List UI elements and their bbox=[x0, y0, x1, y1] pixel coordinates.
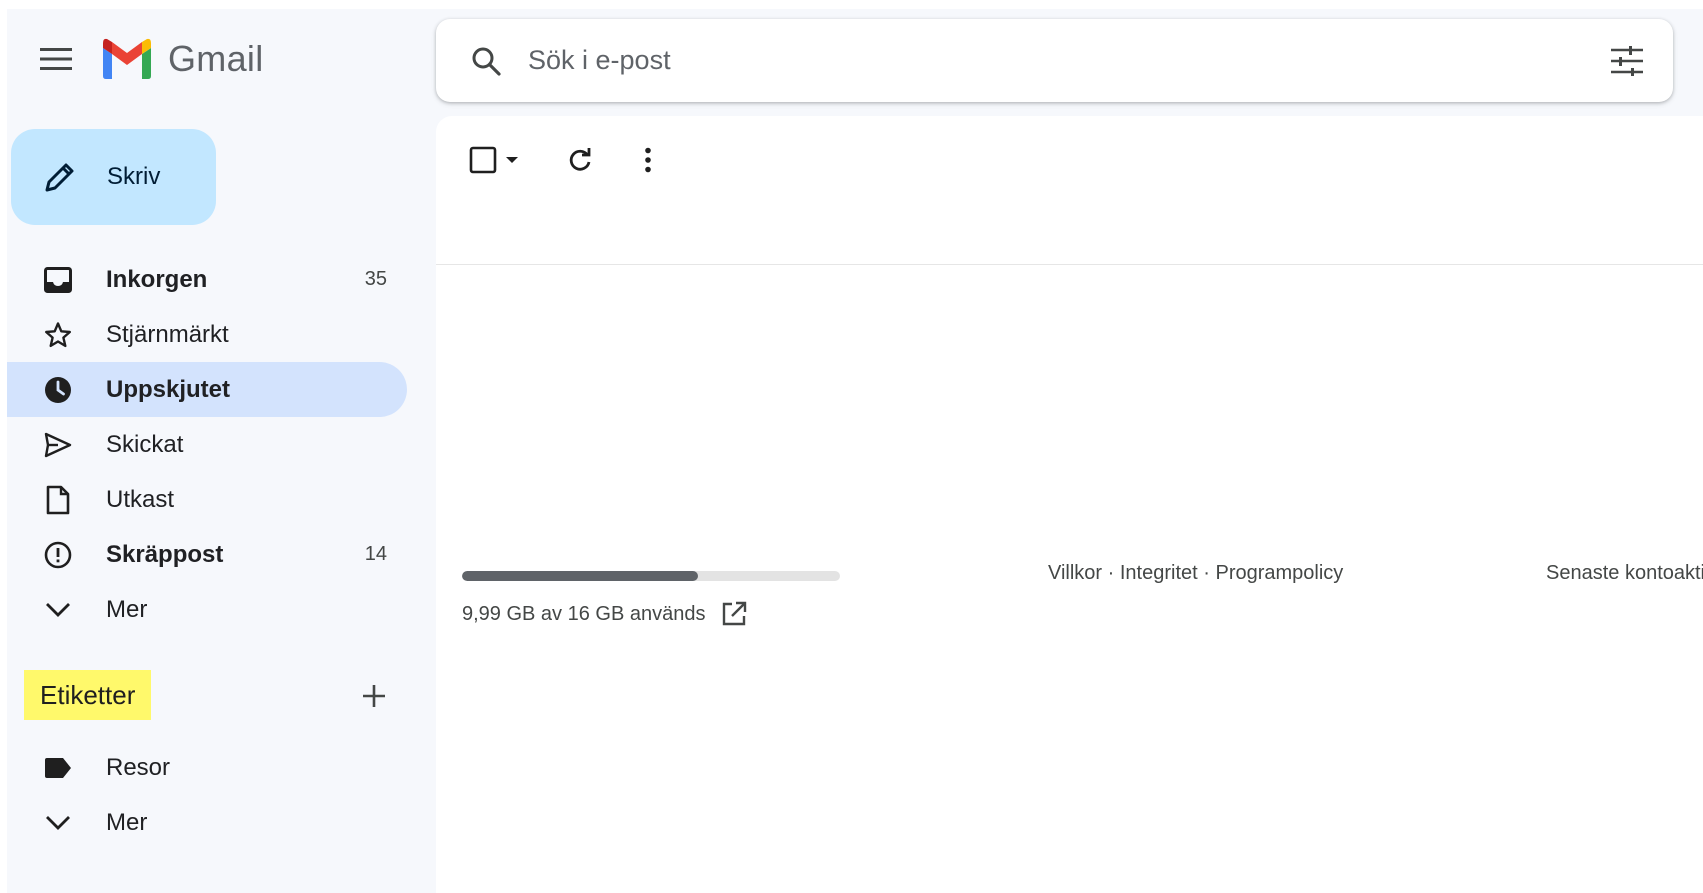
more-actions-button[interactable] bbox=[626, 138, 670, 182]
label-icon bbox=[41, 751, 75, 785]
last-account-activity: Senaste kontoaktivitet bbox=[1546, 562, 1703, 584]
clock-icon bbox=[41, 373, 75, 407]
labels-list: Resor Mer bbox=[7, 740, 407, 850]
labels-title: Etiketter bbox=[24, 670, 152, 720]
sidebar-item-starred[interactable]: Stjärnmärkt bbox=[7, 307, 407, 362]
gmail-m-icon bbox=[103, 38, 151, 79]
sidebar-item-snoozed[interactable]: Uppskjutet bbox=[7, 362, 407, 417]
hamburger-icon bbox=[40, 48, 72, 70]
search-options-button[interactable] bbox=[1607, 41, 1647, 81]
sidebar-item-label: Stjärnmärkt bbox=[106, 320, 229, 348]
refresh-button[interactable] bbox=[558, 138, 602, 182]
inbox-icon bbox=[41, 263, 75, 297]
search-bar[interactable] bbox=[436, 19, 1673, 102]
sidebar-item-label: Utkast bbox=[106, 485, 175, 513]
storage-text: 9,99 GB av 16 GB används bbox=[462, 602, 706, 625]
sidebar-item-label: Skickat bbox=[106, 430, 184, 458]
storage-bar-fill bbox=[462, 571, 698, 581]
label-name: Resor bbox=[106, 753, 171, 781]
separator: · bbox=[1102, 562, 1120, 584]
sidebar-item-label: Skräppost bbox=[106, 540, 224, 568]
sidebar-item-spam[interactable]: Skräppost 14 bbox=[7, 527, 407, 582]
label-item-resor[interactable]: Resor bbox=[7, 740, 407, 795]
send-icon bbox=[41, 428, 75, 462]
sidebar-item-more[interactable]: Mer bbox=[7, 582, 407, 637]
labels-section-header: Etiketter bbox=[24, 670, 414, 720]
chevron-down-icon bbox=[41, 593, 75, 627]
spam-icon bbox=[41, 538, 75, 572]
search-icon bbox=[472, 47, 501, 76]
tune-icon bbox=[1611, 46, 1643, 76]
mail-list-panel: 9,99 GB av 16 GB används Villkor · Integ… bbox=[436, 116, 1703, 893]
refresh-icon bbox=[569, 148, 591, 171]
mail-toolbar bbox=[436, 116, 1703, 265]
sidebar-item-label: Mer bbox=[106, 595, 148, 623]
manage-storage-link[interactable] bbox=[720, 600, 748, 628]
sidebar-nav: Inkorgen 35 Stjärnmärkt Uppskjutet Skick… bbox=[7, 252, 407, 637]
spam-count: 14 bbox=[364, 543, 387, 565]
search-input[interactable] bbox=[528, 45, 1528, 76]
sidebar-item-label: Uppskjutet bbox=[106, 375, 231, 403]
add-label-button[interactable] bbox=[354, 676, 394, 716]
checkbox-icon bbox=[469, 146, 497, 174]
labels-more[interactable]: Mer bbox=[7, 795, 407, 850]
storage-bar bbox=[462, 571, 840, 581]
pencil-icon bbox=[41, 158, 79, 196]
compose-button[interactable]: Skriv bbox=[11, 129, 216, 225]
storage-text-row: 9,99 GB av 16 GB används bbox=[462, 600, 748, 628]
star-icon bbox=[41, 318, 75, 352]
sidebar-item-label: Inkorgen bbox=[106, 265, 208, 293]
main-menu-button[interactable] bbox=[33, 36, 79, 82]
plus-icon bbox=[363, 685, 385, 707]
sidebar-item-inbox[interactable]: Inkorgen 35 bbox=[7, 252, 407, 307]
sidebar-item-sent[interactable]: Skickat bbox=[7, 417, 407, 472]
compose-label: Skriv bbox=[107, 163, 161, 190]
separator: · bbox=[1197, 562, 1216, 584]
app-name: Gmail bbox=[168, 38, 264, 79]
footer-links: Villkor · Integritet · Programpolicy bbox=[1048, 562, 1343, 585]
unread-count: 35 bbox=[364, 268, 387, 290]
draft-icon bbox=[41, 483, 75, 517]
chevron-down-icon bbox=[41, 806, 75, 840]
gmail-logo[interactable]: Gmail bbox=[100, 38, 264, 80]
privacy-link[interactable]: Integritet bbox=[1120, 562, 1198, 584]
more-vert-icon bbox=[645, 147, 651, 173]
search-button[interactable] bbox=[466, 41, 506, 81]
select-all-checkbox[interactable] bbox=[464, 138, 524, 182]
caret-down-icon[interactable] bbox=[505, 155, 519, 165]
program-policy-link[interactable]: Programpolicy bbox=[1215, 562, 1343, 584]
open-in-new-icon bbox=[722, 601, 746, 626]
sidebar-item-drafts[interactable]: Utkast bbox=[7, 472, 407, 527]
label-name: Mer bbox=[106, 808, 148, 836]
terms-link[interactable]: Villkor bbox=[1048, 562, 1102, 584]
